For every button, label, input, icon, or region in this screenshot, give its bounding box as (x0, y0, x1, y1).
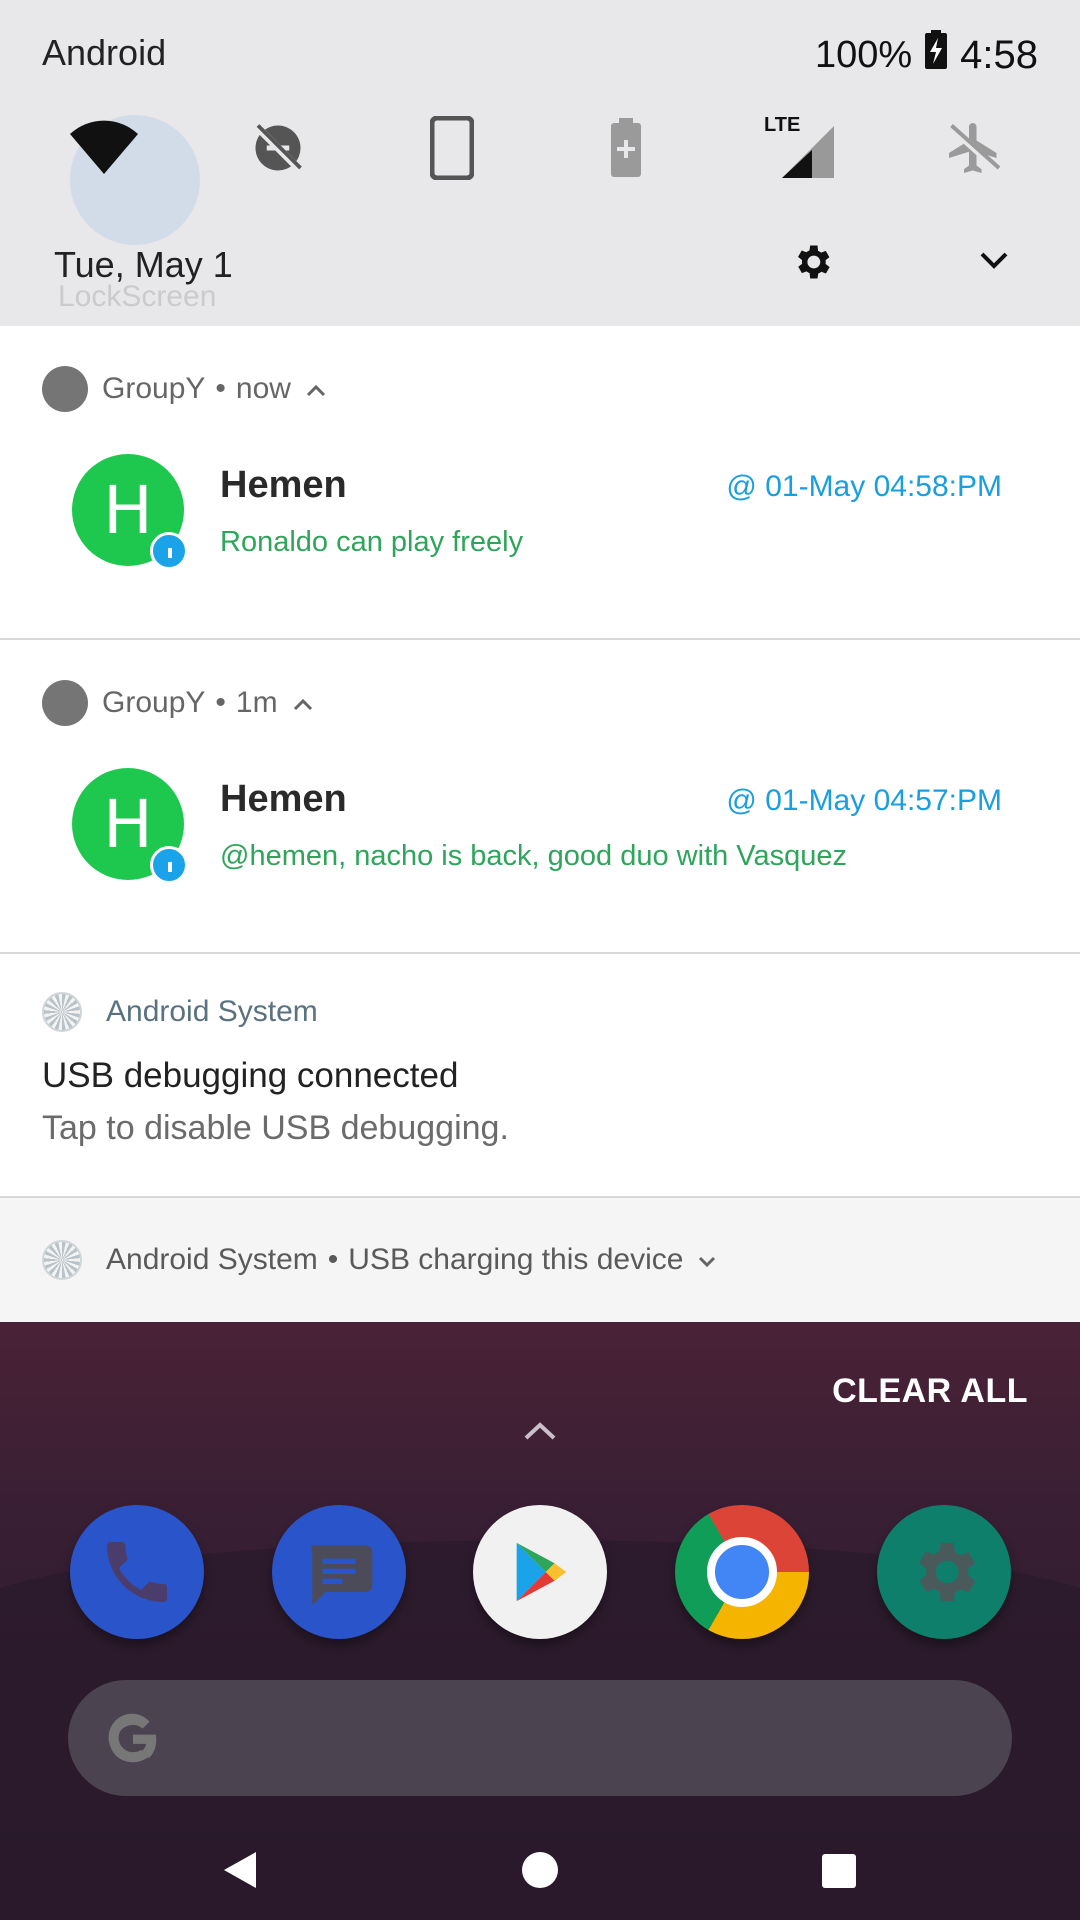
wifi-icon[interactable] (64, 108, 144, 188)
notification-header: GroupY • now (42, 366, 327, 412)
qs-settings-gear-icon[interactable] (790, 240, 834, 289)
recents-icon[interactable] (822, 1854, 856, 1888)
settings-icon[interactable] (877, 1505, 1011, 1639)
home-screen: CLEAR ALL (0, 1320, 1080, 1920)
message-timestamp: @ 01-May 04:57:PM (726, 784, 1002, 817)
info-badge-icon (150, 846, 188, 884)
play-store-icon[interactable] (473, 1505, 607, 1639)
avatar-letter: H (103, 785, 153, 863)
notification-age: now (235, 372, 291, 405)
auto-rotate-icon[interactable] (412, 108, 492, 188)
google-search-bar[interactable] (68, 1680, 1012, 1796)
notification-usb-charging[interactable]: Android System • USB charging this devic… (0, 1198, 1080, 1322)
avatar: H (72, 454, 188, 570)
qs-expand-chevron-icon[interactable] (978, 250, 1010, 277)
carrier-label: Android (42, 32, 167, 73)
collapse-chevron-icon[interactable] (292, 686, 314, 720)
sender-name: Hemen (220, 778, 347, 820)
app-icon (42, 366, 88, 412)
notification-age: 1m (235, 686, 278, 719)
notification-header: Android System (42, 992, 318, 1032)
google-g-icon (102, 1708, 164, 1775)
clear-all-button[interactable]: CLEAR ALL (832, 1372, 1028, 1411)
separator-dot: • (215, 686, 226, 719)
separator-dot: • (215, 372, 226, 405)
collapse-chevron-icon[interactable] (305, 372, 327, 406)
message-timestamp: @ 01-May 04:58:PM (726, 470, 1002, 503)
expand-chevron-icon[interactable] (697, 1243, 717, 1277)
message-text: @hemen, nacho is back, good duo with Vas… (220, 840, 848, 872)
back-icon[interactable] (222, 1850, 258, 1895)
battery-charging-icon (924, 30, 948, 80)
app-name: GroupY (102, 686, 206, 719)
app-name: Android System (106, 1243, 318, 1276)
app-name: GroupY (102, 372, 206, 405)
home-button-icon[interactable] (522, 1852, 558, 1888)
android-system-icon (42, 992, 82, 1032)
avatar: H (72, 768, 188, 884)
dock (0, 1505, 1080, 1645)
message-text: Ronaldo can play freely (220, 526, 524, 558)
info-badge-icon (150, 532, 188, 570)
notification-title: USB debugging connected (42, 1056, 459, 1095)
battery-percent: 100% (814, 33, 913, 76)
lte-signal-icon[interactable]: LTE (760, 108, 840, 188)
app-icon (42, 680, 88, 726)
notification-header: GroupY • 1m (42, 680, 314, 726)
app-drawer-chevron-icon[interactable] (522, 1420, 558, 1447)
chrome-icon[interactable] (675, 1505, 809, 1639)
notification-groupy-1[interactable]: GroupY • now H Hemen @ 01-May 04:58:PM R… (0, 326, 1080, 640)
avatar-letter: H (103, 471, 153, 549)
phone-icon[interactable] (70, 1505, 204, 1639)
clock: 4:58 (960, 32, 1038, 77)
status-right: 100% 4:58 (815, 30, 1038, 80)
notification-text: Tap to disable USB debugging. (42, 1109, 509, 1147)
data-saver-icon[interactable] (238, 108, 318, 188)
battery-saver-icon[interactable] (586, 108, 666, 188)
app-name: Android System (106, 995, 318, 1028)
quick-settings-panel: LockScreen Android 100% 4:58 LTE Tue, Ma… (0, 0, 1080, 326)
notification-header: Android System • USB charging this devic… (42, 1240, 717, 1280)
notification-groupy-2[interactable]: GroupY • 1m H Hemen @ 01-May 04:57:PM @h… (0, 640, 1080, 954)
qs-date: Tue, May 1 (54, 244, 233, 285)
sender-name: Hemen (220, 464, 347, 506)
android-system-icon (42, 1240, 82, 1280)
notification-summary: USB charging this device (348, 1243, 684, 1276)
messages-icon[interactable] (272, 1505, 406, 1639)
separator-dot: • (327, 1243, 339, 1276)
airplane-mode-icon[interactable] (934, 108, 1014, 188)
navigation-bar (0, 1820, 1080, 1920)
notification-usb-debugging[interactable]: Android System USB debugging connected T… (0, 954, 1080, 1198)
